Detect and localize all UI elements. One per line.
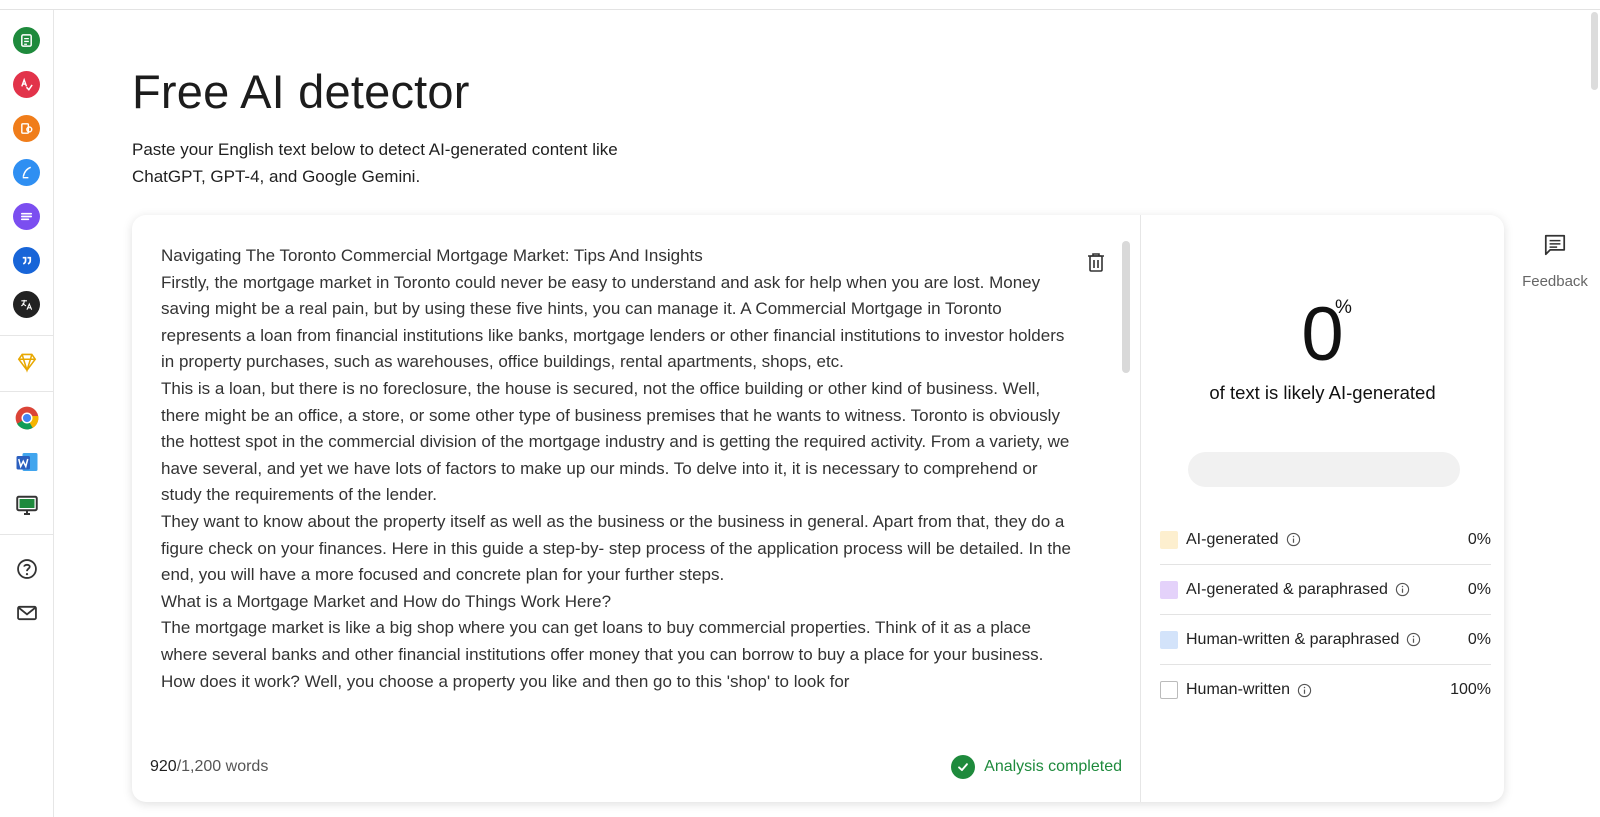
text-input-area[interactable]: Navigating The Toronto Commercial Mortga…	[161, 243, 1081, 740]
info-icon[interactable]	[1297, 683, 1312, 698]
word-limit: /1,200 words	[176, 758, 269, 775]
legend-value: 0%	[1467, 580, 1491, 598]
translate-icon[interactable]	[13, 291, 40, 318]
text-paragraph: Navigating The Toronto Commercial Mortga…	[161, 246, 703, 265]
citation-quote-icon[interactable]	[13, 247, 40, 274]
legend-value: 100%	[1450, 681, 1491, 698]
feedback-button[interactable]: Feedback	[1518, 232, 1592, 290]
sidebar-divider	[0, 534, 54, 535]
document-check-icon[interactable]	[13, 27, 40, 54]
ai-score-bar	[1188, 452, 1460, 487]
spell-check-icon[interactable]	[13, 71, 40, 98]
top-border	[0, 0, 1600, 10]
trash-icon[interactable]	[1086, 251, 1108, 275]
legend-label: AI-generated & paraphrased	[1186, 580, 1388, 598]
legend-swatch	[1160, 530, 1178, 549]
chrome-icon[interactable]	[13, 404, 40, 431]
ai-score-caption: of text is likely AI-generated	[1209, 382, 1436, 403]
text-paragraph: The mortgage market is like a big shop w…	[161, 618, 1044, 691]
feedback-icon	[1544, 234, 1566, 256]
text-paragraph: What is a Mortgage Market and How do Thi…	[161, 591, 612, 611]
info-icon[interactable]	[1286, 532, 1301, 547]
legend-swatch	[1160, 630, 1178, 649]
sidebar	[0, 10, 54, 817]
paraphrase-pen-icon[interactable]	[13, 159, 40, 186]
page-title: Free AI detector	[132, 65, 470, 118]
sidebar-divider	[0, 335, 54, 336]
legend-row-human-paraphrased: Human-written & paraphrased 0%	[1160, 615, 1491, 665]
sidebar-divider	[0, 391, 54, 392]
desktop-app-icon[interactable]	[13, 491, 40, 518]
ai-score-percent-symbol: %	[1335, 297, 1352, 318]
legend-swatch	[1160, 580, 1178, 599]
text-paragraph: They want to know about the property its…	[161, 511, 1072, 585]
text-editor[interactable]: Navigating The Toronto Commercial Mortga…	[132, 215, 1141, 802]
analysis-status-text: Analysis completed	[984, 758, 1122, 775]
ai-score: 0 %	[1141, 295, 1504, 375]
summarizer-lines-icon[interactable]	[13, 203, 40, 230]
word-icon[interactable]	[13, 448, 40, 475]
legend-label: Human-written & paraphrased	[1186, 630, 1400, 648]
premium-diamond-icon[interactable]	[13, 348, 40, 375]
feedback-label: Feedback	[1522, 273, 1588, 290]
info-icon[interactable]	[1406, 632, 1421, 647]
editor-scrollbar-thumb[interactable]	[1122, 241, 1130, 373]
results-panel: 0 % of text is likely AI-generated AI-ge…	[1141, 215, 1504, 802]
legend-label: AI-generated	[1186, 530, 1279, 548]
page-scrollbar[interactable]	[1588, 10, 1600, 817]
text-paragraph: Firstly, the mortgage market in Toronto …	[161, 272, 1065, 372]
check-circle-icon	[951, 755, 976, 779]
word-counter: 920/1,200 words	[150, 758, 268, 776]
analysis-status: Analysis completed	[951, 755, 1122, 779]
legend-row-ai-generated: AI-generated 0%	[1160, 515, 1491, 565]
info-icon[interactable]	[1395, 582, 1410, 597]
detector-card: Navigating The Toronto Commercial Mortga…	[132, 215, 1504, 802]
word-count: 920	[150, 758, 177, 775]
legend-row-ai-paraphrased: AI-generated & paraphrased 0%	[1160, 565, 1491, 615]
legend-value: 0%	[1467, 530, 1491, 548]
result-legend: AI-generated 0% AI-generated & paraphras…	[1160, 515, 1491, 715]
legend-swatch	[1160, 681, 1178, 699]
legend-value: 0%	[1467, 630, 1491, 648]
page-scrollbar-thumb[interactable]	[1591, 12, 1598, 90]
text-paragraph: This is a loan, but there is no foreclos…	[161, 378, 1070, 505]
mail-icon[interactable]	[13, 599, 40, 626]
legend-label: Human-written	[1186, 681, 1291, 698]
plagiarism-icon[interactable]	[13, 115, 40, 142]
help-icon[interactable]	[13, 555, 40, 582]
page-subtitle: Paste your English text below to detect …	[132, 140, 618, 186]
legend-row-human-written: Human-written 100%	[1160, 665, 1491, 715]
